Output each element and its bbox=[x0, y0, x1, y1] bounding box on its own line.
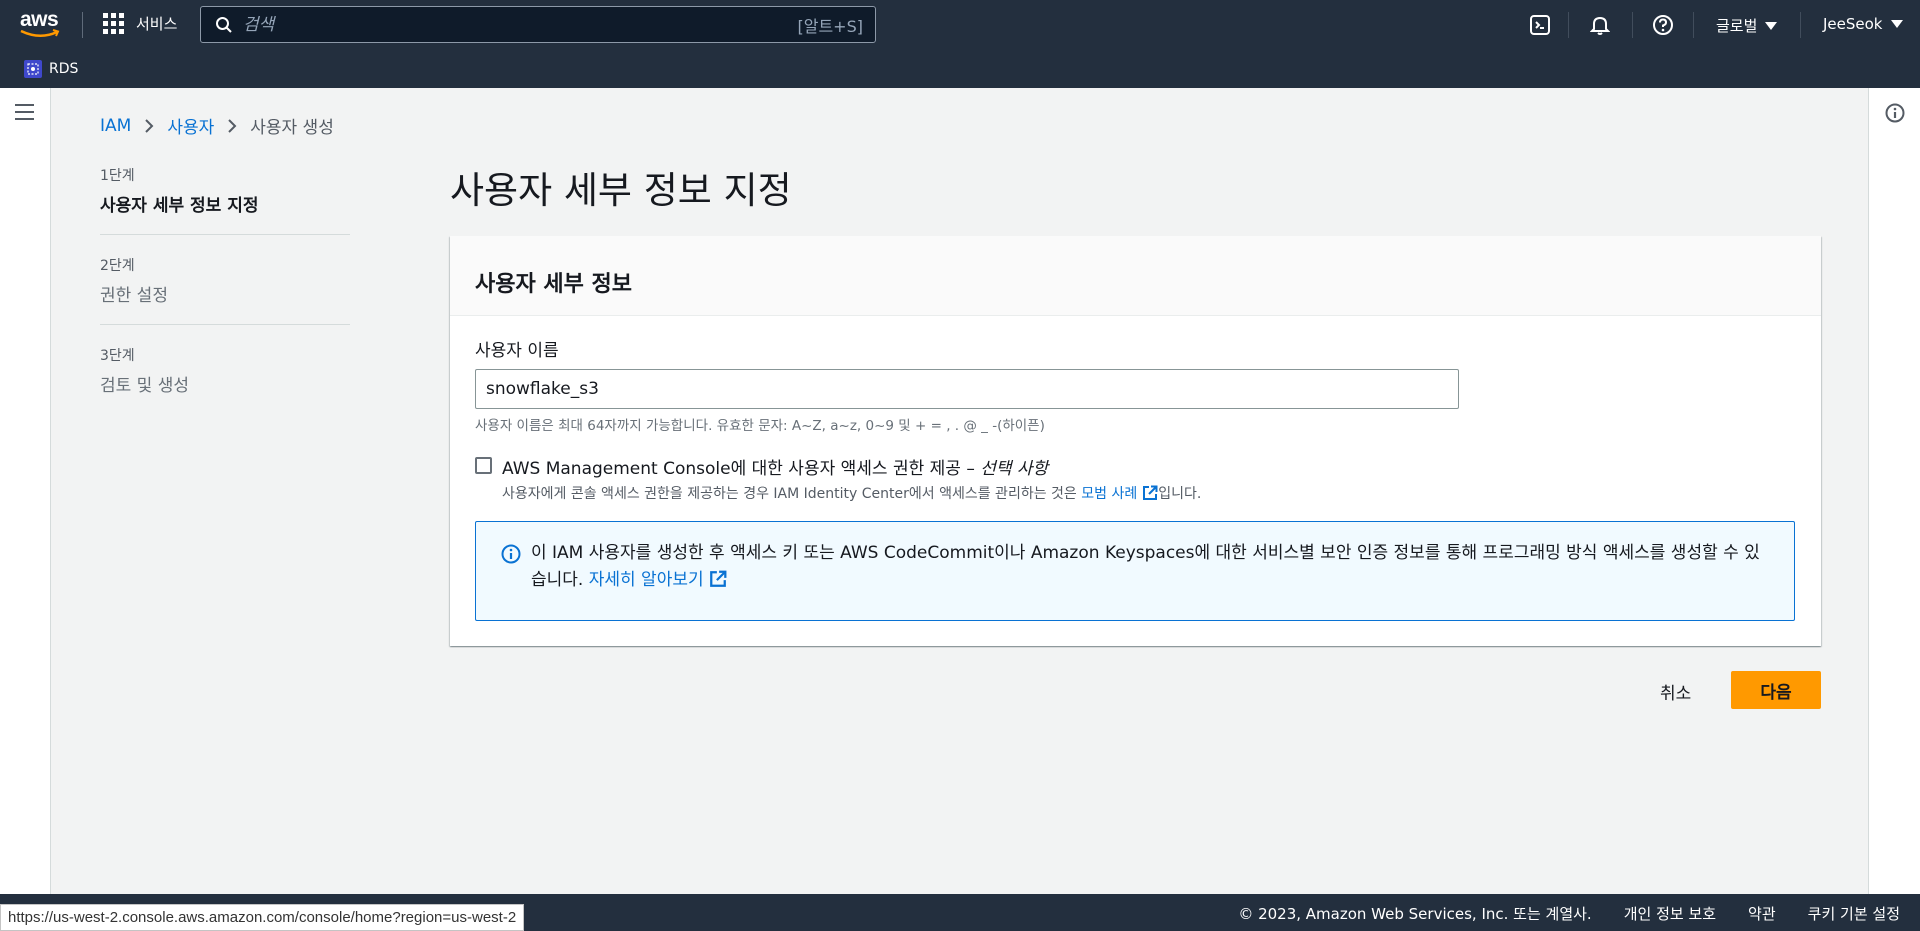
console-access-option: AWS Management Console에 대한 사용자 액세스 권한 제공… bbox=[475, 454, 1201, 505]
step-number: 2단계 bbox=[100, 258, 135, 274]
wizard-step-2: 2단계 권한 설정 bbox=[100, 255, 350, 325]
search-icon bbox=[216, 16, 232, 33]
step-name: 검토 및 생성 bbox=[100, 376, 190, 396]
console-access-description: 사용자에게 콘솔 액세스 권한을 제공하는 경우 IAM Identity Ce… bbox=[502, 486, 1077, 502]
search-input[interactable] bbox=[243, 14, 798, 35]
left-side-rail bbox=[0, 88, 51, 894]
learn-more-link[interactable]: 자세히 알아보기 bbox=[589, 570, 727, 590]
cloudshell-icon[interactable] bbox=[1528, 13, 1552, 37]
account-menu[interactable]: JeeSeok bbox=[1823, 15, 1903, 33]
favorite-rds-link[interactable]: RDS bbox=[24, 60, 78, 78]
breadcrumb-users-link[interactable]: 사용자 bbox=[167, 113, 214, 138]
username-hint: 사용자 이름은 최대 64자까지 가능합니다. 유효한 문자: A~Z, a~z… bbox=[475, 418, 1045, 434]
chevron-right-icon bbox=[227, 118, 237, 134]
footer-terms-link[interactable]: 약관 bbox=[1748, 903, 1776, 924]
menu-toggle-icon[interactable] bbox=[15, 104, 34, 125]
region-label: 글로벌 bbox=[1716, 17, 1758, 35]
nav-divider bbox=[1568, 12, 1569, 38]
best-practice-link[interactable]: 모범 사례 bbox=[1081, 485, 1158, 505]
username-input[interactable] bbox=[475, 369, 1459, 409]
breadcrumb: IAM 사용자 사용자 생성 bbox=[100, 113, 334, 139]
search-shortcut-hint: [알트+S] bbox=[797, 16, 864, 36]
breadcrumb-iam-link[interactable]: IAM bbox=[100, 116, 131, 136]
apps-grid-icon bbox=[103, 13, 124, 34]
wizard-step-1[interactable]: 1단계 사용자 세부 정보 지정 bbox=[100, 165, 350, 235]
step-name: 권한 설정 bbox=[100, 286, 168, 306]
console-access-label: AWS Management Console에 대한 사용자 액세스 권한 제공… bbox=[502, 459, 975, 479]
console-access-optional: 선택 사항 bbox=[980, 459, 1049, 479]
card-title: 사용자 세부 정보 bbox=[475, 272, 632, 297]
username-label: 사용자 이름 bbox=[475, 341, 559, 361]
chevron-right-icon bbox=[144, 118, 154, 134]
cancel-button[interactable]: 취소 bbox=[1640, 672, 1711, 710]
services-menu-button[interactable]: 서비스 bbox=[103, 13, 177, 34]
card-header: 사용자 세부 정보 bbox=[450, 236, 1821, 316]
next-button[interactable]: 다음 bbox=[1731, 671, 1821, 709]
rds-service-icon bbox=[24, 60, 42, 78]
caret-down-icon bbox=[1765, 21, 1778, 30]
right-side-rail bbox=[1868, 88, 1920, 894]
notifications-bell-icon[interactable] bbox=[1588, 13, 1612, 37]
info-panel-icon[interactable] bbox=[1885, 103, 1905, 127]
aws-logo[interactable]: aws bbox=[20, 8, 64, 42]
nav-divider bbox=[1632, 12, 1633, 38]
learn-more-link-label: 자세히 알아보기 bbox=[588, 570, 704, 590]
breadcrumb-current: 사용자 생성 bbox=[250, 118, 334, 138]
info-alert: 이 IAM 사용자를 생성한 후 액세스 키 또는 AWS CodeCommit… bbox=[475, 521, 1795, 621]
favorites-bar bbox=[0, 50, 1920, 88]
page-title: 사용자 세부 정보 지정 bbox=[450, 169, 792, 212]
favorite-rds-label: RDS bbox=[49, 61, 79, 77]
nav-separator bbox=[82, 12, 83, 38]
help-icon[interactable] bbox=[1651, 13, 1675, 37]
console-access-checkbox[interactable] bbox=[475, 457, 492, 474]
wizard-steps: 1단계 사용자 세부 정보 지정 2단계 권한 설정 3단계 검토 및 생성 bbox=[100, 165, 350, 434]
step-number: 3단계 bbox=[100, 348, 135, 364]
region-selector[interactable]: 글로벌 bbox=[1716, 15, 1778, 36]
account-user-label: JeeSeok bbox=[1823, 15, 1883, 33]
footer-privacy-link[interactable]: 개인 정보 보호 bbox=[1624, 903, 1716, 924]
step-name: 사용자 세부 정보 지정 bbox=[100, 196, 259, 216]
nav-divider bbox=[1800, 12, 1801, 38]
best-practice-link-label: 모범 사례 bbox=[1081, 486, 1138, 502]
footer-copyright: © 2023, Amazon Web Services, Inc. 또는 계열사… bbox=[1238, 905, 1592, 923]
user-details-card: 사용자 세부 정보 사용자 이름 사용자 이름은 최대 64자까지 가능합니다.… bbox=[450, 236, 1821, 646]
footer-cookies-link[interactable]: 쿠키 기본 설정 bbox=[1808, 903, 1900, 924]
wizard-step-3: 3단계 검토 및 생성 bbox=[100, 345, 350, 414]
services-label: 서비스 bbox=[136, 15, 178, 33]
top-navigation: aws 서비스 [알트+S] bbox=[0, 0, 1920, 50]
aws-logo-text: aws bbox=[20, 8, 59, 31]
info-icon bbox=[501, 544, 521, 573]
external-link-icon bbox=[1142, 485, 1158, 505]
browser-status-url: https://us-west-2.console.aws.amazon.com… bbox=[0, 904, 525, 931]
external-link-icon bbox=[709, 570, 727, 597]
caret-down-icon bbox=[1890, 20, 1903, 28]
nav-divider bbox=[1693, 12, 1694, 38]
step-number: 1단계 bbox=[100, 168, 135, 184]
search-bar[interactable]: [알트+S] bbox=[200, 6, 876, 43]
console-access-suffix: 입니다. bbox=[1158, 486, 1202, 502]
